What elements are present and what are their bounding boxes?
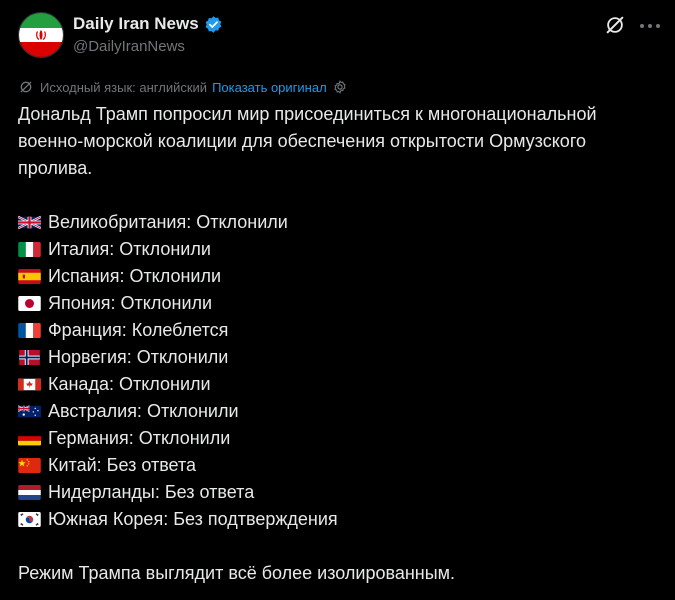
italy-flag: [18, 242, 41, 257]
country-line: Южная Корея: Без подтверждения: [18, 506, 658, 533]
more-icon[interactable]: [638, 14, 662, 36]
country-line: Испания: Отклонили: [18, 263, 658, 290]
country-status: Канада: Отклонили: [48, 374, 211, 394]
australia-flag: [18, 405, 41, 418]
show-original-link[interactable]: Показать оригинал: [212, 80, 327, 95]
country-line: Великобритания: Отклонили: [18, 209, 658, 236]
canada-flag: [18, 378, 41, 391]
country-line: Китай: Без ответа: [18, 452, 658, 479]
netherlands-flag: [18, 485, 41, 500]
country-status: Австралия: Отклонили: [48, 401, 239, 421]
grok-icon[interactable]: [604, 14, 626, 36]
iran-flag-avatar: [19, 13, 63, 57]
norway-flag: [19, 350, 40, 365]
country-status: Норвегия: Отклонили: [48, 347, 229, 367]
country-line: Австралия: Отклонили: [18, 398, 658, 425]
tweet-text: Дональд Трамп попросил мир присоединитьс…: [18, 101, 658, 587]
display-name[interactable]: Daily Iran News: [73, 14, 199, 34]
verified-badge-icon: [205, 15, 222, 33]
avatar[interactable]: [18, 12, 64, 58]
country-line: Нидерланды: Без ответа: [18, 479, 658, 506]
country-status: Китай: Без ответа: [48, 455, 197, 475]
author-handle[interactable]: @DailyIranNews: [73, 38, 185, 55]
gear-icon[interactable]: [332, 79, 348, 95]
country-line: Италия: Отклонили: [18, 236, 658, 263]
country-status: Германия: Отклонили: [48, 428, 231, 448]
country-line: Германия: Отклонили: [18, 425, 658, 452]
france-flag: [18, 323, 41, 338]
country-status: Италия: Отклонили: [48, 239, 211, 259]
south-korea-flag: [18, 512, 41, 527]
country-line: Канада: Отклонили: [18, 371, 658, 398]
tweet-outro: Режим Трампа выглядит всё более изолиров…: [18, 563, 456, 583]
tweet-card: Daily Iran News @DailyIranNews Исходный …: [0, 0, 675, 600]
country-status: Нидерланды: Без ответа: [48, 482, 255, 502]
country-line: Япония: Отклонили: [18, 290, 658, 317]
germany-flag: [18, 431, 41, 446]
uk-flag: [18, 215, 41, 230]
country-line: Норвегия: Отклонили: [18, 344, 658, 371]
china-flag: [18, 458, 41, 473]
tweet-intro: Дональд Трамп попросил мир присоединитьс…: [18, 104, 597, 178]
spain-flag: [18, 269, 41, 284]
source-language-label: Исходный язык: английский: [40, 79, 208, 95]
country-status: Япония: Отклонили: [48, 293, 213, 313]
country-status: Испания: Отклонили: [48, 266, 222, 286]
country-status: Франция: Колеблется: [48, 320, 229, 340]
translation-bar: Исходный язык: английский Показать ориги…: [18, 79, 348, 95]
country-line: Франция: Колеблется: [18, 317, 658, 344]
country-status: Великобритания: Отклонили: [48, 212, 288, 232]
japan-flag: [18, 296, 41, 311]
country-status: Южная Корея: Без подтверждения: [48, 509, 338, 529]
author-name-row: Daily Iran News: [73, 14, 223, 34]
translate-icon: [20, 81, 32, 93]
